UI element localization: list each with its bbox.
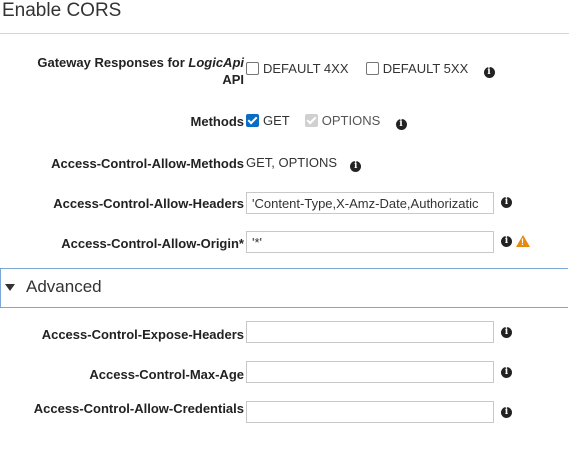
info-icon[interactable]: i: [501, 407, 512, 418]
info-icon[interactable]: i: [501, 236, 512, 247]
expose-headers-input[interactable]: [246, 321, 494, 343]
max-age-input[interactable]: [246, 361, 494, 383]
gateway-api-name: LogicApi: [188, 55, 244, 70]
advanced-label[interactable]: Advanced: [26, 277, 102, 297]
default-5xx-checkbox[interactable]: [365, 62, 379, 75]
methods-label: Methods: [190, 114, 244, 129]
gateway-label-prefix: Gateway Responses for: [37, 55, 189, 70]
info-icon[interactable]: i: [501, 367, 512, 378]
get-checkbox[interactable]: [246, 114, 259, 127]
default-4xx-label: DEFAULT 4XX: [263, 61, 349, 76]
warning-icon: !: [516, 235, 530, 247]
gateway-responses-label: Gateway Responses for LogicApi API: [4, 54, 244, 88]
allow-origin-label: Access-Control-Allow-Origin*: [61, 236, 244, 251]
allow-headers-label: Access-Control-Allow-Headers: [53, 196, 244, 211]
allow-methods-label: Access-Control-Allow-Methods: [51, 156, 244, 171]
info-icon[interactable]: i: [395, 119, 407, 130]
allow-origin-input[interactable]: '*': [246, 231, 494, 253]
expose-headers-label: Access-Control-Expose-Headers: [41, 327, 244, 342]
info-icon[interactable]: i: [501, 327, 512, 338]
default-5xx-label: DEFAULT 5XX: [382, 61, 469, 76]
allow-methods-value: GET, OPTIONS: [246, 155, 338, 170]
info-icon[interactable]: i: [501, 197, 512, 208]
caret-down-icon[interactable]: [5, 284, 15, 291]
get-label: GET: [263, 113, 290, 128]
methods-options: GET OPTIONS i: [246, 113, 407, 130]
page-title: Enable CORS: [2, 0, 122, 21]
info-icon[interactable]: i: [350, 161, 362, 172]
default-4xx-checkbox[interactable]: [246, 62, 259, 75]
title-divider: [0, 33, 569, 34]
options-label: OPTIONS: [321, 113, 381, 128]
options-checkbox: [304, 114, 318, 127]
gateway-responses-options: DEFAULT 4XX DEFAULT 5XX i: [246, 61, 495, 78]
info-icon[interactable]: i: [483, 67, 495, 78]
gateway-label-suffix: API: [222, 72, 244, 87]
allow-credentials-label: Access-Control-Allow-Credentials: [33, 401, 244, 416]
allow-credentials-input[interactable]: [246, 401, 494, 423]
max-age-label: Access-Control-Max-Age: [89, 367, 244, 382]
allow-methods-row: GET, OPTIONS i: [246, 155, 362, 172]
allow-headers-input[interactable]: 'Content-Type,X-Amz-Date,Authorizatic: [246, 192, 494, 214]
